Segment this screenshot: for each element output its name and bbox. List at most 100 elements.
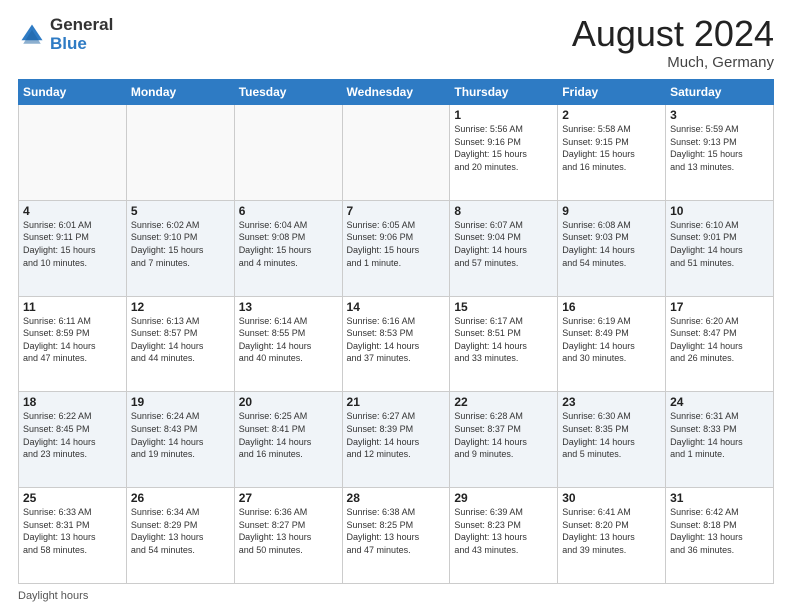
footer: Daylight hours: [18, 590, 774, 602]
day-info: Sunrise: 6:33 AM Sunset: 8:31 PM Dayligh…: [23, 506, 122, 556]
calendar-cell: 20Sunrise: 6:25 AM Sunset: 8:41 PM Dayli…: [234, 392, 342, 488]
day-number: 24: [670, 395, 769, 409]
week-row-3: 11Sunrise: 6:11 AM Sunset: 8:59 PM Dayli…: [19, 296, 774, 392]
day-info: Sunrise: 6:04 AM Sunset: 9:08 PM Dayligh…: [239, 219, 338, 269]
calendar-cell: 19Sunrise: 6:24 AM Sunset: 8:43 PM Dayli…: [126, 392, 234, 488]
day-number: 1: [454, 108, 553, 122]
day-info: Sunrise: 6:27 AM Sunset: 8:39 PM Dayligh…: [347, 410, 446, 460]
calendar-cell: 15Sunrise: 6:17 AM Sunset: 8:51 PM Dayli…: [450, 296, 558, 392]
day-info: Sunrise: 6:19 AM Sunset: 8:49 PM Dayligh…: [562, 315, 661, 365]
week-row-4: 18Sunrise: 6:22 AM Sunset: 8:45 PM Dayli…: [19, 392, 774, 488]
calendar-cell: [342, 105, 450, 201]
calendar-cell: 26Sunrise: 6:34 AM Sunset: 8:29 PM Dayli…: [126, 488, 234, 584]
day-number: 11: [23, 300, 122, 314]
calendar-cell: 14Sunrise: 6:16 AM Sunset: 8:53 PM Dayli…: [342, 296, 450, 392]
day-number: 3: [670, 108, 769, 122]
day-info: Sunrise: 6:36 AM Sunset: 8:27 PM Dayligh…: [239, 506, 338, 556]
col-header-monday: Monday: [126, 80, 234, 105]
calendar-cell: 31Sunrise: 6:42 AM Sunset: 8:18 PM Dayli…: [666, 488, 774, 584]
calendar-cell: 30Sunrise: 6:41 AM Sunset: 8:20 PM Dayli…: [558, 488, 666, 584]
day-info: Sunrise: 6:14 AM Sunset: 8:55 PM Dayligh…: [239, 315, 338, 365]
calendar-cell: 6Sunrise: 6:04 AM Sunset: 9:08 PM Daylig…: [234, 200, 342, 296]
day-number: 25: [23, 491, 122, 505]
calendar-cell: [126, 105, 234, 201]
calendar-cell: 13Sunrise: 6:14 AM Sunset: 8:55 PM Dayli…: [234, 296, 342, 392]
month-title: August 2024: [572, 16, 774, 52]
calendar-cell: 9Sunrise: 6:08 AM Sunset: 9:03 PM Daylig…: [558, 200, 666, 296]
title-block: August 2024 Much, Germany: [572, 16, 774, 71]
day-number: 31: [670, 491, 769, 505]
col-header-thursday: Thursday: [450, 80, 558, 105]
day-number: 4: [23, 204, 122, 218]
day-info: Sunrise: 5:56 AM Sunset: 9:16 PM Dayligh…: [454, 123, 553, 173]
calendar-cell: 10Sunrise: 6:10 AM Sunset: 9:01 PM Dayli…: [666, 200, 774, 296]
day-info: Sunrise: 6:30 AM Sunset: 8:35 PM Dayligh…: [562, 410, 661, 460]
day-info: Sunrise: 6:17 AM Sunset: 8:51 PM Dayligh…: [454, 315, 553, 365]
week-row-2: 4Sunrise: 6:01 AM Sunset: 9:11 PM Daylig…: [19, 200, 774, 296]
day-info: Sunrise: 6:07 AM Sunset: 9:04 PM Dayligh…: [454, 219, 553, 269]
col-header-tuesday: Tuesday: [234, 80, 342, 105]
day-info: Sunrise: 6:11 AM Sunset: 8:59 PM Dayligh…: [23, 315, 122, 365]
day-number: 17: [670, 300, 769, 314]
calendar-cell: 7Sunrise: 6:05 AM Sunset: 9:06 PM Daylig…: [342, 200, 450, 296]
day-info: Sunrise: 5:59 AM Sunset: 9:13 PM Dayligh…: [670, 123, 769, 173]
col-header-wednesday: Wednesday: [342, 80, 450, 105]
col-header-friday: Friday: [558, 80, 666, 105]
day-number: 30: [562, 491, 661, 505]
calendar-cell: 29Sunrise: 6:39 AM Sunset: 8:23 PM Dayli…: [450, 488, 558, 584]
day-number: 20: [239, 395, 338, 409]
day-number: 10: [670, 204, 769, 218]
day-info: Sunrise: 6:02 AM Sunset: 9:10 PM Dayligh…: [131, 219, 230, 269]
logo-general-text: General: [50, 15, 113, 34]
calendar-cell: 2Sunrise: 5:58 AM Sunset: 9:15 PM Daylig…: [558, 105, 666, 201]
day-info: Sunrise: 6:20 AM Sunset: 8:47 PM Dayligh…: [670, 315, 769, 365]
day-number: 18: [23, 395, 122, 409]
calendar-cell: 5Sunrise: 6:02 AM Sunset: 9:10 PM Daylig…: [126, 200, 234, 296]
calendar-cell: 8Sunrise: 6:07 AM Sunset: 9:04 PM Daylig…: [450, 200, 558, 296]
day-number: 13: [239, 300, 338, 314]
calendar-cell: 3Sunrise: 5:59 AM Sunset: 9:13 PM Daylig…: [666, 105, 774, 201]
calendar-cell: 11Sunrise: 6:11 AM Sunset: 8:59 PM Dayli…: [19, 296, 127, 392]
calendar-cell: 12Sunrise: 6:13 AM Sunset: 8:57 PM Dayli…: [126, 296, 234, 392]
calendar-cell: 17Sunrise: 6:20 AM Sunset: 8:47 PM Dayli…: [666, 296, 774, 392]
day-info: Sunrise: 6:34 AM Sunset: 8:29 PM Dayligh…: [131, 506, 230, 556]
day-number: 22: [454, 395, 553, 409]
day-number: 9: [562, 204, 661, 218]
week-row-1: 1Sunrise: 5:56 AM Sunset: 9:16 PM Daylig…: [19, 105, 774, 201]
day-number: 5: [131, 204, 230, 218]
day-number: 19: [131, 395, 230, 409]
logo-icon: [18, 21, 46, 49]
header-row: SundayMondayTuesdayWednesdayThursdayFrid…: [19, 80, 774, 105]
calendar-cell: [234, 105, 342, 201]
day-info: Sunrise: 6:13 AM Sunset: 8:57 PM Dayligh…: [131, 315, 230, 365]
day-info: Sunrise: 5:58 AM Sunset: 9:15 PM Dayligh…: [562, 123, 661, 173]
day-number: 26: [131, 491, 230, 505]
calendar-cell: [19, 105, 127, 201]
col-header-sunday: Sunday: [19, 80, 127, 105]
calendar-cell: 28Sunrise: 6:38 AM Sunset: 8:25 PM Dayli…: [342, 488, 450, 584]
day-number: 21: [347, 395, 446, 409]
day-number: 14: [347, 300, 446, 314]
calendar-cell: 1Sunrise: 5:56 AM Sunset: 9:16 PM Daylig…: [450, 105, 558, 201]
calendar-cell: 25Sunrise: 6:33 AM Sunset: 8:31 PM Dayli…: [19, 488, 127, 584]
day-number: 29: [454, 491, 553, 505]
day-number: 2: [562, 108, 661, 122]
day-number: 7: [347, 204, 446, 218]
day-number: 12: [131, 300, 230, 314]
logo: General Blue: [18, 16, 113, 53]
calendar-cell: 27Sunrise: 6:36 AM Sunset: 8:27 PM Dayli…: [234, 488, 342, 584]
logo-blue-text: Blue: [50, 34, 87, 53]
day-number: 23: [562, 395, 661, 409]
day-info: Sunrise: 6:38 AM Sunset: 8:25 PM Dayligh…: [347, 506, 446, 556]
day-info: Sunrise: 6:28 AM Sunset: 8:37 PM Dayligh…: [454, 410, 553, 460]
day-info: Sunrise: 6:39 AM Sunset: 8:23 PM Dayligh…: [454, 506, 553, 556]
calendar-table: SundayMondayTuesdayWednesdayThursdayFrid…: [18, 79, 774, 584]
col-header-saturday: Saturday: [666, 80, 774, 105]
day-number: 6: [239, 204, 338, 218]
header: General Blue August 2024 Much, Germany: [18, 16, 774, 71]
day-number: 16: [562, 300, 661, 314]
calendar-cell: 23Sunrise: 6:30 AM Sunset: 8:35 PM Dayli…: [558, 392, 666, 488]
day-info: Sunrise: 6:10 AM Sunset: 9:01 PM Dayligh…: [670, 219, 769, 269]
day-number: 15: [454, 300, 553, 314]
day-number: 8: [454, 204, 553, 218]
